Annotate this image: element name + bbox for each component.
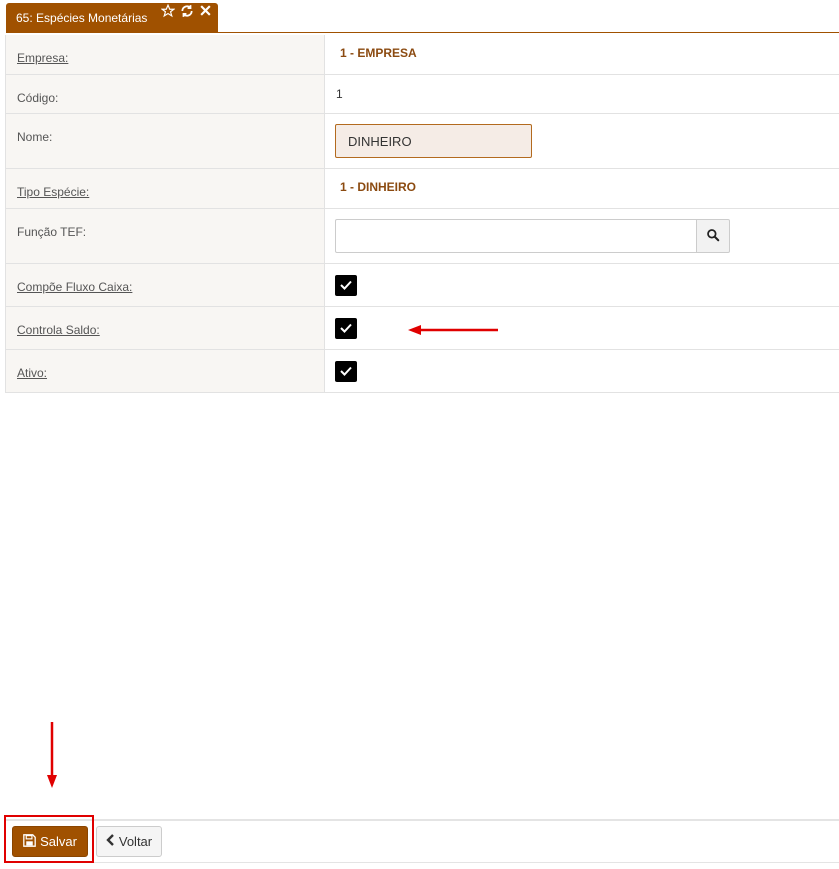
checkmark-icon bbox=[340, 364, 352, 379]
star-icon[interactable] bbox=[160, 3, 177, 20]
value-cell bbox=[325, 307, 839, 349]
back-label: Voltar bbox=[118, 834, 153, 849]
controla-saldo-checkbox[interactable] bbox=[335, 318, 357, 339]
funcao-tef-label: Função TEF: bbox=[17, 225, 87, 239]
empresa-value[interactable]: 1 - EMPRESA bbox=[340, 46, 417, 60]
tab-underline bbox=[6, 32, 839, 33]
refresh-icon[interactable] bbox=[180, 4, 196, 20]
controla-saldo-label: Controla Saldo: bbox=[17, 323, 100, 337]
row-compoe-fluxo-caixa: Compõe Fluxo Caixa: bbox=[6, 264, 839, 307]
checkmark-icon bbox=[340, 321, 352, 336]
label-cell: Tipo Espécie: bbox=[6, 169, 325, 208]
label-cell: Nome: bbox=[6, 114, 325, 168]
floppy-disk-icon bbox=[23, 833, 36, 850]
chevron-left-icon bbox=[106, 834, 115, 849]
row-codigo: Código: 1 bbox=[6, 75, 839, 114]
save-label: Salvar bbox=[40, 834, 77, 849]
nome-input[interactable] bbox=[335, 124, 532, 158]
nome-label: Nome: bbox=[17, 130, 53, 144]
especie-form: Empresa: 1 - EMPRESA Código: 1 Nome: Tip… bbox=[5, 35, 839, 393]
tab-especies-monetarias[interactable]: 65: Espécies Monetárias bbox=[6, 3, 218, 32]
compoe-fluxo-caixa-label: Compõe Fluxo Caixa: bbox=[17, 280, 133, 294]
label-cell: Função TEF: bbox=[6, 209, 325, 263]
label-cell: Compõe Fluxo Caixa: bbox=[6, 264, 325, 306]
search-icon bbox=[706, 228, 720, 245]
annotation-arrow-left-icon bbox=[408, 325, 498, 335]
funcao-tef-search-button[interactable] bbox=[696, 219, 730, 253]
row-funcao-tef: Função TEF: bbox=[6, 209, 839, 264]
footer-divider bbox=[5, 819, 839, 821]
tipo-especie-label: Tipo Espécie: bbox=[17, 185, 90, 199]
label-cell: Código: bbox=[6, 75, 325, 113]
value-cell: 1 - DINHEIRO bbox=[325, 169, 839, 208]
row-ativo: Ativo: bbox=[6, 350, 839, 393]
codigo-label: Código: bbox=[17, 91, 59, 105]
checkmark-icon bbox=[340, 278, 352, 293]
compoe-fluxo-caixa-checkbox[interactable] bbox=[335, 275, 357, 296]
label-cell: Controla Saldo: bbox=[6, 307, 325, 349]
tipo-especie-value[interactable]: 1 - DINHEIRO bbox=[340, 180, 416, 194]
label-cell: Empresa: bbox=[6, 35, 325, 74]
save-button[interactable]: Salvar bbox=[12, 826, 88, 857]
value-cell bbox=[325, 264, 839, 306]
value-cell: 1 - EMPRESA bbox=[325, 35, 839, 74]
row-tipo-especie: Tipo Espécie: 1 - DINHEIRO bbox=[6, 169, 839, 209]
row-empresa: Empresa: 1 - EMPRESA bbox=[6, 35, 839, 75]
row-nome: Nome: bbox=[6, 114, 839, 169]
annotation-arrow-down-icon bbox=[47, 722, 57, 788]
value-cell bbox=[325, 350, 839, 392]
value-cell bbox=[325, 209, 839, 263]
close-icon[interactable] bbox=[199, 4, 215, 20]
funcao-tef-input[interactable] bbox=[335, 219, 697, 253]
ativo-label: Ativo: bbox=[17, 366, 48, 380]
back-button[interactable]: Voltar bbox=[96, 826, 162, 857]
ativo-checkbox[interactable] bbox=[335, 361, 357, 382]
tab-title: 65: Espécies Monetárias bbox=[16, 11, 148, 25]
codigo-value: 1 bbox=[336, 87, 343, 101]
label-cell: Ativo: bbox=[6, 350, 325, 392]
footer-bottom-divider bbox=[5, 862, 839, 863]
value-cell bbox=[325, 114, 839, 168]
empresa-label: Empresa: bbox=[17, 51, 69, 65]
tab-actions bbox=[160, 3, 215, 20]
value-cell: 1 bbox=[325, 75, 839, 113]
